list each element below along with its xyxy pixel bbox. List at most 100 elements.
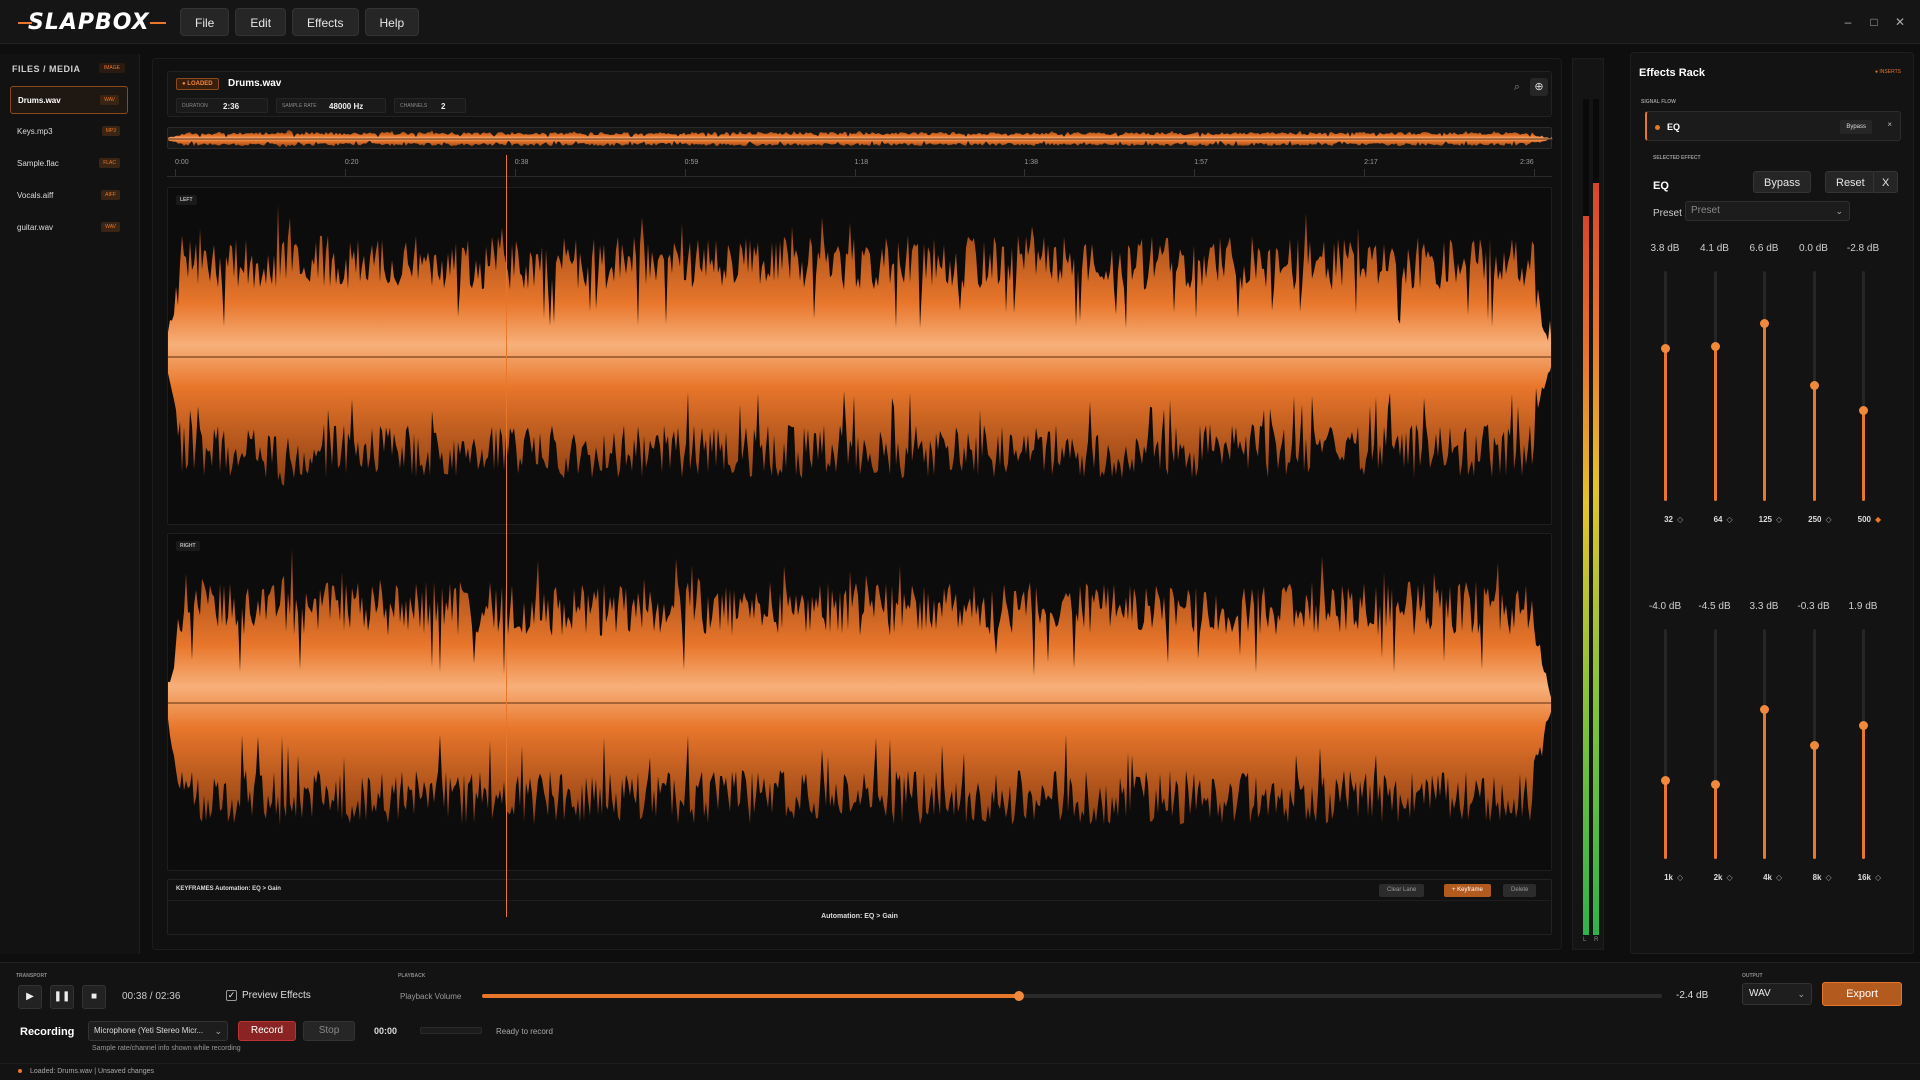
channels-field: CHANNELS 2 — [394, 98, 466, 113]
output-section-label: OUTPUT — [1742, 973, 1763, 979]
slot-bypass-button[interactable]: Bypass — [1840, 120, 1872, 134]
band-slider-fill — [1763, 323, 1766, 501]
file-item-vocals[interactable]: Vocals.aiff AIFF — [10, 182, 128, 210]
band-select-diamond-icon[interactable]: ◇ — [1727, 873, 1733, 882]
preview-effects-checkbox[interactable]: ✓ — [226, 990, 237, 1001]
preset-label: Preset — [1653, 208, 1682, 219]
band-slider-handle[interactable] — [1661, 344, 1670, 354]
meter-right-label: R — [1594, 937, 1599, 943]
band-select-diamond-icon[interactable]: ◇ — [1727, 515, 1733, 524]
band-select-diamond-icon[interactable]: ◇ — [1826, 515, 1832, 524]
band-slider-handle[interactable] — [1710, 780, 1720, 790]
band-gain-slider[interactable] — [1760, 629, 1769, 859]
band-select-diamond-icon[interactable]: ◇ — [1826, 873, 1832, 882]
band-gain-slider[interactable] — [1809, 271, 1819, 501]
clear-lane-button[interactable]: Clear Lane — [1379, 884, 1425, 897]
slot-remove-icon[interactable]: × — [1887, 120, 1892, 129]
delete-keyframe-button[interactable]: Delete — [1503, 884, 1537, 897]
band-select-diamond-icon[interactable]: ◇ — [1776, 873, 1782, 882]
export-button[interactable]: Export — [1822, 982, 1902, 1006]
automation-lane[interactable]: Automation: EQ > Gain — [168, 900, 1551, 935]
meter-right-fill — [1593, 182, 1599, 935]
add-keyframe-button[interactable]: + Keyframe — [1444, 884, 1491, 897]
preset-dropdown[interactable]: Preset ⌄ — [1685, 201, 1850, 221]
eq-reset-button[interactable]: Reset — [1825, 171, 1876, 193]
slot-active-indicator — [1655, 125, 1660, 130]
volume-slider-handle[interactable] — [1013, 991, 1024, 1001]
ruler-tick-label: 2:36 — [1520, 159, 1534, 166]
file-item-sample[interactable]: Sample.flac FLAC — [10, 150, 128, 178]
menu-edit[interactable]: Edit — [235, 8, 287, 36]
file-type-badge: WAV — [100, 95, 119, 105]
band-slider-handle[interactable] — [1661, 775, 1670, 785]
volume-slider[interactable] — [482, 991, 1662, 1001]
band-select-diamond-icon[interactable]: ◇ — [1677, 873, 1683, 882]
ruler-tick-label: 0:00 — [175, 159, 189, 166]
band-slider-handle[interactable] — [1809, 381, 1819, 390]
playhead[interactable] — [506, 155, 508, 917]
menu-file[interactable]: File — [180, 8, 230, 36]
chevron-down-icon: ⌄ — [214, 1026, 222, 1036]
output-format-dropdown[interactable]: WAV ⌄ — [1742, 983, 1812, 1005]
band-gain-slider[interactable] — [1710, 271, 1720, 501]
band-slider-handle[interactable] — [1760, 704, 1769, 714]
overview-waveform[interactable] — [167, 127, 1553, 149]
keyframes-panel: KEYFRAMES Automation: EQ > Gain Clear La… — [167, 879, 1552, 935]
stop-recording-button[interactable]: Stop — [303, 1021, 355, 1041]
band-slider-handle[interactable] — [1809, 741, 1819, 751]
band-gain-slider[interactable] — [1859, 629, 1868, 859]
band-slider-fill — [1664, 349, 1667, 501]
zoom-in-icon[interactable]: ⊕ — [1530, 78, 1548, 96]
app-logo: SLAPBOX — [18, 8, 168, 36]
stop-playback-button[interactable]: ■ — [82, 985, 106, 1009]
effect-slot-eq[interactable]: EQ Bypass × — [1645, 111, 1901, 141]
band-slider-handle[interactable] — [1859, 406, 1868, 416]
eq-close-button[interactable]: X — [1873, 171, 1899, 193]
recording-note: Sample rate/channel info shown while rec… — [92, 1045, 241, 1052]
zoom-out-icon[interactable]: ⌕ — [1508, 78, 1526, 96]
band-select-diamond-icon[interactable]: ◇ — [1776, 515, 1782, 524]
file-name: Drums.wav — [18, 96, 61, 105]
band-gain-slider[interactable] — [1710, 629, 1720, 859]
close-icon[interactable]: ✕ — [1890, 12, 1910, 32]
menu-bar: File Edit Effects Help — [180, 8, 420, 36]
track-right[interactable]: RIGHT — [167, 533, 1552, 871]
file-type-badge: MP3 — [101, 126, 120, 136]
record-button[interactable]: Record — [238, 1021, 296, 1041]
automation-lane-label: Automation: EQ > Gain — [821, 913, 898, 920]
track-left[interactable]: LEFT — [167, 187, 1552, 525]
minimize-icon[interactable]: – — [1838, 12, 1858, 32]
time-ruler[interactable]: 0:00 0:20 0:38 0:59 1:18 1:38 1:57 2:17 2:36 — [167, 155, 1552, 177]
eq-bypass-button[interactable]: Bypass — [1753, 171, 1812, 193]
band-gain-readout: 6.6 dB — [1749, 243, 1779, 254]
band-gain-slider[interactable] — [1859, 271, 1868, 501]
status-bar: Loaded: Drums.wav | Unsaved changes — [0, 1063, 1920, 1080]
band-select-diamond-icon[interactable]: ◇ — [1677, 515, 1683, 524]
file-item-guitar[interactable]: guitar.wav WAV — [10, 214, 128, 242]
meta-label: DURATION — [182, 103, 208, 109]
menu-effects[interactable]: Effects — [292, 8, 359, 36]
input-device-dropdown[interactable]: Microphone (Yeti Stereo Micr... ⌄ — [88, 1021, 228, 1041]
ruler-tick-label: 1:38 — [1024, 159, 1038, 166]
band-gain-slider[interactable] — [1760, 271, 1769, 501]
band-slider-fill — [1713, 785, 1717, 859]
band-slider-handle[interactable] — [1859, 720, 1868, 730]
band-gain-slider[interactable] — [1809, 629, 1819, 859]
menu-help[interactable]: Help — [364, 8, 420, 36]
band-select-diamond-icon[interactable]: ◆ — [1875, 515, 1881, 524]
maximize-icon[interactable]: □ — [1864, 12, 1884, 32]
band-slider-handle[interactable] — [1710, 341, 1720, 351]
band-gain-slider[interactable] — [1661, 271, 1670, 501]
pause-button[interactable]: ❚❚ — [50, 985, 74, 1009]
file-type-badge: WAV — [101, 222, 120, 232]
band-slider-handle[interactable] — [1760, 318, 1769, 328]
play-button[interactable]: ▶ — [18, 985, 42, 1009]
ruler-tick — [684, 169, 686, 177]
band-frequency-label: 1k — [1664, 873, 1673, 882]
band-frequency-label: 64 — [1713, 515, 1723, 524]
files-sidebar: FILES / MEDIA IMAGE Drums.wav WAV Keys.m… — [0, 54, 140, 954]
band-select-diamond-icon[interactable]: ◇ — [1875, 873, 1881, 882]
file-item-drums[interactable]: Drums.wav WAV — [10, 86, 128, 114]
band-gain-slider[interactable] — [1661, 629, 1670, 859]
file-item-keys[interactable]: Keys.mp3 MP3 — [10, 118, 128, 146]
